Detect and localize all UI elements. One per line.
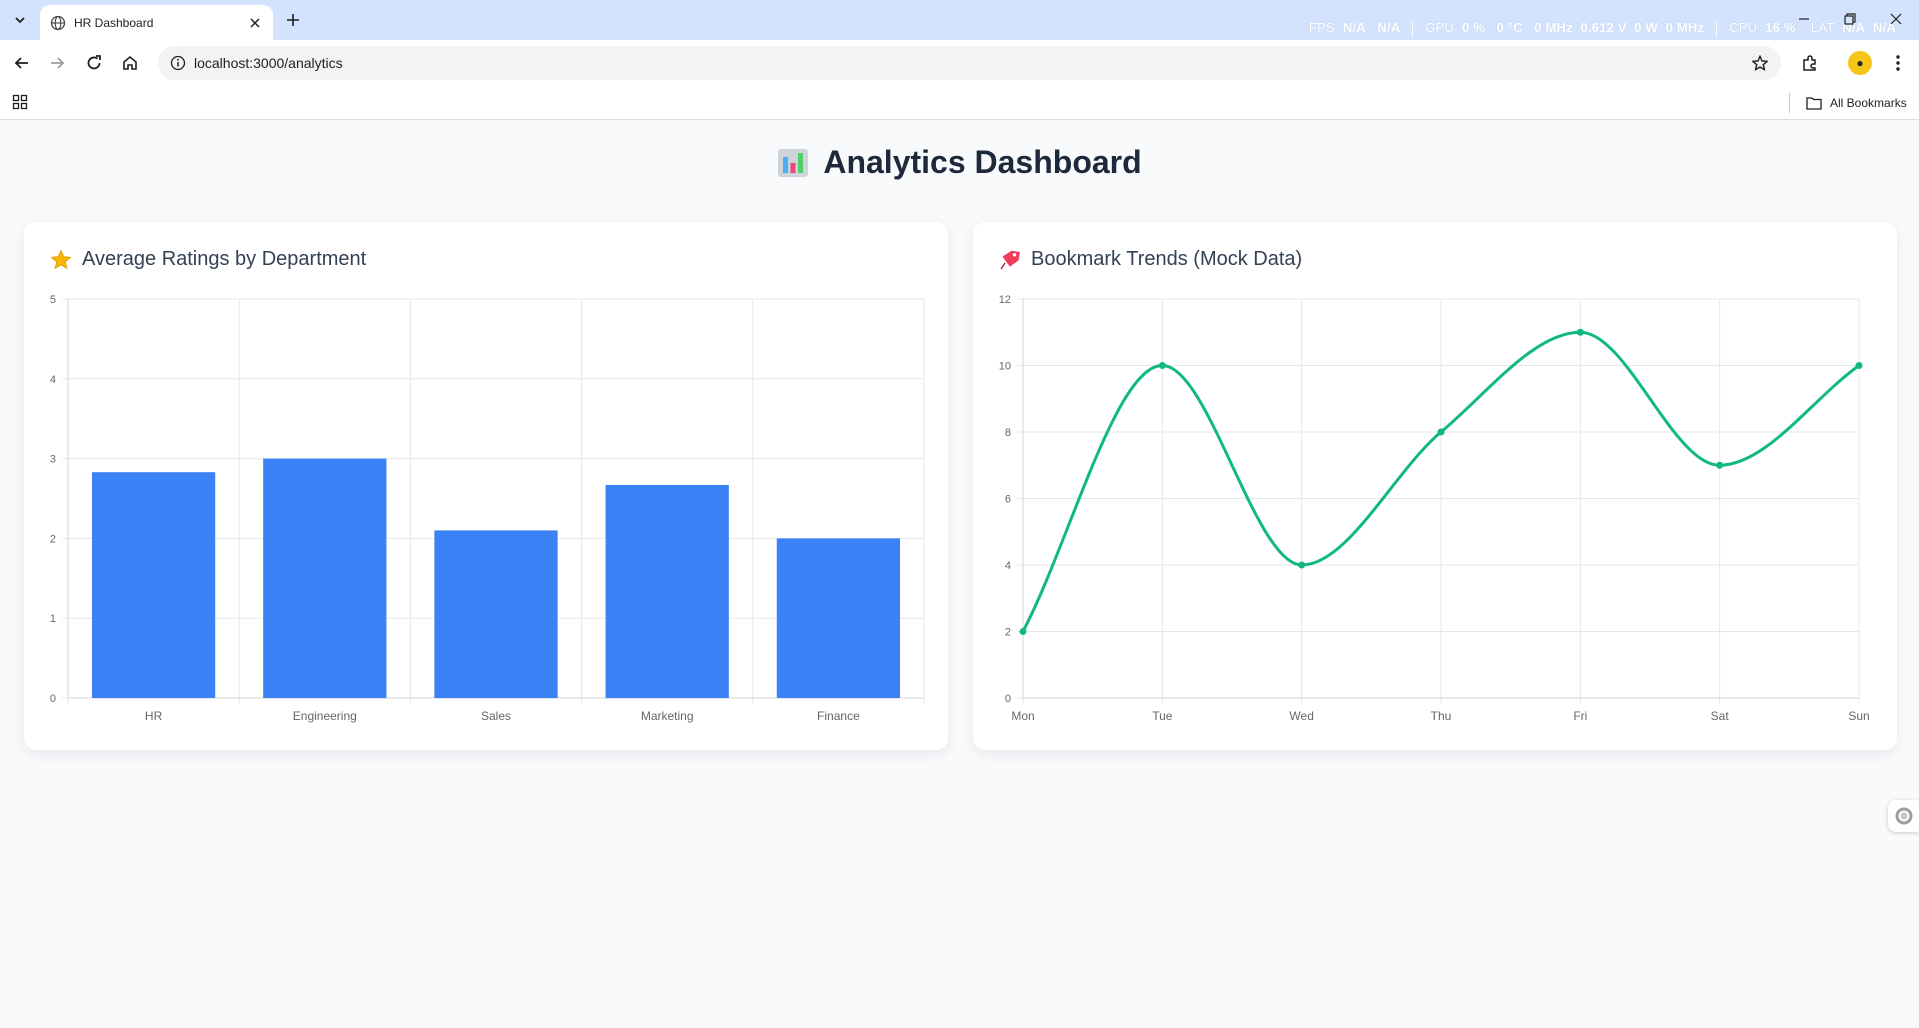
folder-icon [1806, 97, 1822, 110]
point-sat [1716, 461, 1724, 469]
x-tick-label: Marketing [641, 709, 694, 723]
bookmark-star-icon[interactable] [1751, 54, 1769, 72]
profile-icon: ● [1856, 56, 1864, 70]
info-icon[interactable] [170, 55, 186, 71]
ratings-bar-chart: 0 1 2 3 4 5 HR Engineering Sales Marketing Finance [50, 294, 925, 723]
page-title-text: Analytics Dashboard [823, 144, 1142, 180]
all-bookmarks-button[interactable]: All Bookmarks [1806, 94, 1907, 112]
all-bookmarks-label: All Bookmarks [1830, 96, 1907, 110]
bar-hr [91, 472, 216, 698]
address-bar[interactable]: localhost:3000/analytics [158, 46, 1781, 80]
tab-title: HR Dashboard [74, 15, 154, 30]
point-sun [1855, 362, 1863, 369]
new-tab-icon[interactable] [283, 10, 303, 30]
y-tick-label: 1 [50, 613, 56, 625]
y-tick-label: 6 [1005, 494, 1011, 506]
y-tick-label: 10 [999, 361, 1011, 373]
apps-grid-icon[interactable] [12, 94, 28, 110]
profile-avatar[interactable]: ● [1848, 51, 1872, 75]
forward-arrow-icon[interactable] [47, 53, 67, 73]
bookmarks-bar: All Bookmarks [0, 86, 1919, 120]
tab-strip: HR Dashboard FPS N/A N/A GPU 0 % 0 °C 0 MHz… [0, 0, 1919, 40]
url-text[interactable]: localhost:3000/analytics [194, 55, 343, 71]
assistant-orb-icon [1895, 807, 1912, 825]
x-tick-label: HR [145, 709, 163, 723]
y-tick-label: 3 [50, 454, 56, 466]
more-menu-icon[interactable] [1888, 53, 1908, 73]
restore-icon[interactable] [1843, 12, 1857, 26]
bookmarks-divider [1789, 93, 1790, 113]
bar-marketing [605, 484, 729, 698]
point-fri [1576, 328, 1584, 336]
x-tick-label: Thu [1431, 709, 1452, 723]
x-tick-label: Fri [1573, 709, 1587, 723]
page-title: Analytics Dashboard [0, 144, 1919, 181]
y-tick-label: 4 [1005, 560, 1011, 572]
back-arrow-icon[interactable] [12, 53, 32, 73]
point-thu [1437, 428, 1445, 436]
y-tick-label: 0 [1005, 693, 1011, 705]
minimize-icon[interactable] [1797, 12, 1811, 26]
extensions-icon[interactable] [1800, 53, 1820, 73]
y-tick-label: 8 [1005, 427, 1011, 439]
active-tab[interactable]: HR Dashboard [40, 5, 273, 40]
bar-finance [776, 538, 901, 698]
bar-sales [434, 530, 558, 698]
home-icon[interactable] [120, 53, 140, 73]
x-tick-label: Sales [481, 709, 511, 723]
point-tue [1158, 362, 1166, 369]
y-tick-label: 12 [999, 294, 1011, 306]
ratings-card: Average Ratings by Department 0 1 2 3 4 5 HR En… [24, 222, 948, 750]
bookmark-line-chart: 0 2 4 6 8 10 12 Mon Tue Wed Thu Fri Sat Sun [999, 294, 1870, 723]
bar-chart-icon [778, 148, 809, 177]
side-panel-button[interactable] [1888, 800, 1919, 832]
reload-icon[interactable] [84, 53, 104, 73]
y-tick-label: 4 [50, 374, 56, 386]
globe-icon [50, 15, 66, 30]
x-tick-label: Finance [817, 709, 860, 723]
window-close-icon[interactable] [1889, 12, 1903, 26]
bar-engineering [263, 458, 387, 698]
y-tick-label: 2 [1005, 627, 1011, 639]
point-wed [1298, 561, 1306, 569]
y-tick-label: 0 [50, 693, 56, 705]
point-mon [1019, 628, 1027, 635]
tab-search-button[interactable] [7, 8, 33, 32]
bookmark-trends-card: Bookmark Trends (Mock Data) 0 2 4 6 8 10 12 Mon… [973, 222, 1897, 750]
close-icon[interactable] [247, 15, 263, 31]
chevron-down-icon [15, 17, 25, 24]
y-tick-label: 2 [50, 533, 56, 545]
x-tick-label: Sun [1848, 709, 1869, 723]
x-tick-label: Mon [1011, 709, 1034, 723]
x-tick-label: Engineering [293, 709, 357, 723]
x-tick-label: Wed [1289, 709, 1313, 723]
x-tick-label: Sat [1711, 709, 1730, 723]
x-tick-label: Tue [1152, 709, 1173, 723]
y-tick-label: 5 [50, 294, 56, 306]
browser-toolbar: localhost:3000/analytics ● [0, 40, 1919, 86]
